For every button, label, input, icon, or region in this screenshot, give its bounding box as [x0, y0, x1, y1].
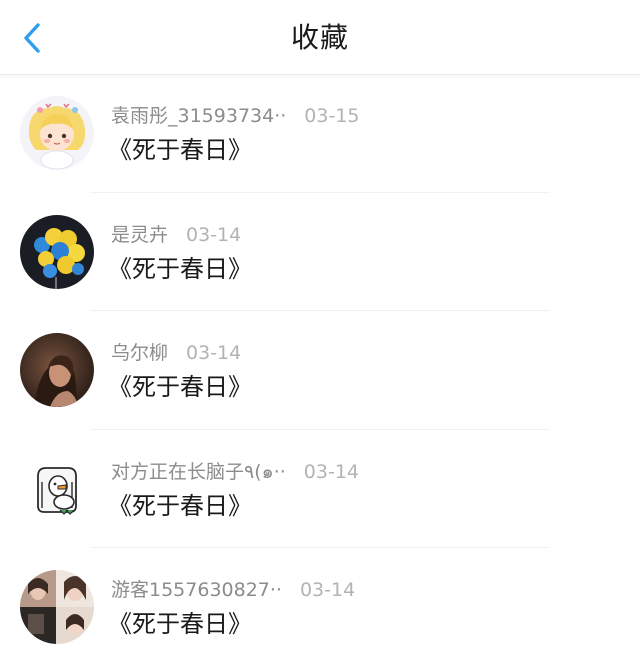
portrait-photo-avatar — [20, 333, 94, 407]
item-meta: 对方正在长脑子٩(๑·· 03-14 — [111, 458, 359, 486]
avatar[interactable] — [20, 96, 94, 170]
item-meta: 袁雨彤_31593734·· 03-15 — [111, 102, 360, 130]
item-meta: 是灵卉 03-14 — [111, 221, 241, 249]
avatar[interactable] — [20, 570, 94, 644]
book-title[interactable]: 《死于春日》 — [108, 132, 252, 168]
date: 03-14 — [299, 579, 356, 601]
page-title: 收藏 — [290, 21, 349, 54]
book-title[interactable]: 《死于春日》 — [108, 606, 252, 642]
book-title[interactable]: 《死于春日》 — [108, 251, 252, 287]
item-meta: 游客1557630827·· 03-14 — [111, 576, 355, 604]
avatar[interactable] — [20, 333, 94, 407]
avatar[interactable] — [20, 451, 94, 526]
date: 03-14 — [186, 223, 242, 246]
list-item[interactable]: 袁雨彤_31593734·· 03-15 《死于春日》 — [0, 74, 640, 193]
date: 03-15 — [304, 105, 360, 127]
username[interactable]: 袁雨彤_31593734·· — [111, 105, 286, 127]
balloons-avatar — [20, 214, 94, 289]
username[interactable]: 乌尔柳 — [111, 342, 168, 364]
date: 03-14 — [186, 342, 242, 364]
cartoon-girl-avatar — [20, 96, 94, 170]
list-item[interactable]: 对方正在长脑子٩(๑·· 03-14 《死于春日》 — [0, 430, 640, 548]
item-meta: 乌尔柳 03-14 — [111, 339, 241, 367]
top-nav-bar: 收藏 — [0, 0, 640, 75]
favorites-list: 袁雨彤_31593734·· 03-15 《死于春日》 是灵卉 03-14 《死… — [0, 74, 640, 667]
book-title[interactable]: 《死于春日》 — [108, 488, 252, 524]
photo-collage-avatar — [20, 570, 94, 644]
username[interactable]: 游客1557630827·· — [111, 579, 282, 601]
list-item[interactable]: 是灵卉 03-14 《死于春日》 — [0, 193, 640, 311]
book-title[interactable]: 《死于春日》 — [108, 369, 252, 405]
list-item[interactable]: 游客1557630827·· 03-14 《死于春日》 — [0, 548, 640, 667]
avatar[interactable] — [20, 214, 94, 289]
list-item[interactable]: 乌尔柳 03-14 《死于春日》 — [0, 311, 640, 430]
date: 03-14 — [303, 460, 360, 483]
cartoon-duck-avatar — [20, 451, 94, 526]
username[interactable]: 对方正在长脑子٩(๑·· — [111, 461, 286, 483]
username[interactable]: 是灵卉 — [111, 224, 168, 246]
